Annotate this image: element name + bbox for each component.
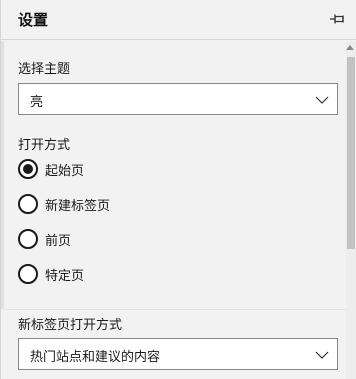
- chevron-down-icon: [315, 351, 329, 359]
- pin-icon[interactable]: [329, 12, 347, 26]
- radio-previous-pages[interactable]: 前页: [18, 228, 218, 250]
- radio-dot: [23, 164, 33, 174]
- radio-button[interactable]: [18, 229, 38, 249]
- radio-start-page[interactable]: 起始页: [18, 158, 218, 180]
- radio-label: 前页: [45, 234, 72, 249]
- chevron-down-icon: [315, 96, 329, 104]
- theme-label: 选择主题: [18, 62, 71, 77]
- scroll-up-icon[interactable]: [346, 44, 354, 50]
- open-with-label: 打开方式: [18, 138, 71, 153]
- page-title: 设置: [18, 11, 49, 29]
- radio-label: 新建标签页: [45, 199, 111, 214]
- scrollbar-thumb[interactable]: [347, 57, 355, 249]
- radio-label: 起始页: [45, 164, 85, 179]
- new-tab-select-value: 热门站点和建议的内容: [30, 350, 161, 365]
- theme-select[interactable]: 亮: [18, 83, 338, 115]
- divider: [4, 309, 347, 310]
- panel-edge: [1, 41, 4, 309]
- settings-panel: 设置 选择主题 亮 打开方式 起始页 新建标签页 前页 特定页 新标签页打开方式: [0, 0, 356, 379]
- radio-button[interactable]: [18, 264, 38, 284]
- new-tab-label: 新标签页打开方式: [18, 318, 123, 333]
- new-tab-select[interactable]: 热门站点和建议的内容: [18, 338, 338, 370]
- theme-select-value: 亮: [30, 95, 44, 110]
- radio-button-checked[interactable]: [18, 159, 38, 179]
- settings-header: 设置: [1, 0, 356, 40]
- radio-new-tab-page[interactable]: 新建标签页: [18, 193, 218, 215]
- radio-button[interactable]: [18, 194, 38, 214]
- radio-label: 特定页: [45, 269, 85, 284]
- radio-specific-page[interactable]: 特定页: [18, 263, 218, 285]
